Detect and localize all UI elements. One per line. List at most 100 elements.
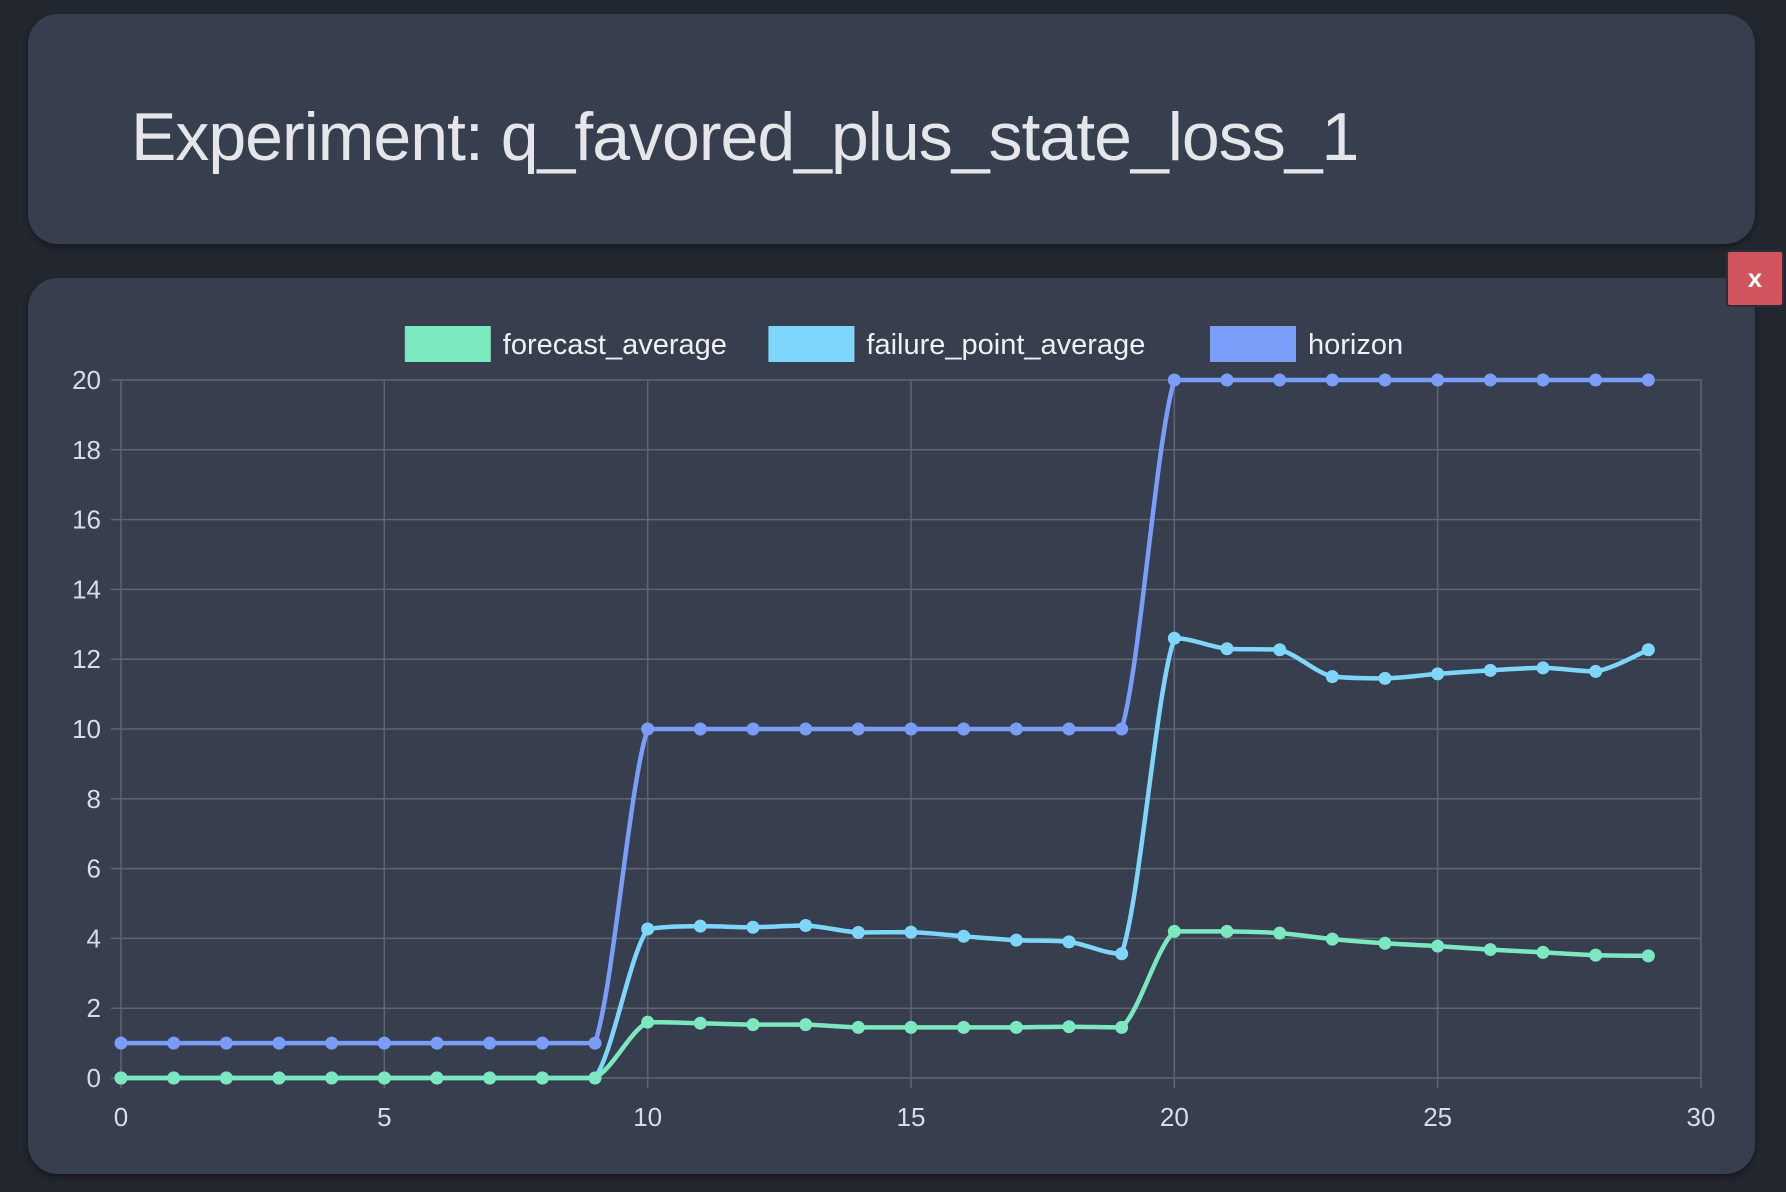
data-point-horizon — [693, 722, 707, 736]
data-point-horizon — [1115, 722, 1129, 736]
data-point-horizon — [377, 1036, 391, 1050]
legend-label-failure_point_average: failure_point_average — [866, 329, 1145, 361]
series-line-forecast_average — [121, 929, 1649, 1081]
data-point-horizon — [851, 722, 865, 736]
data-point-forecast_average — [377, 1071, 391, 1085]
data-point-horizon — [325, 1036, 339, 1050]
experiment-header-card: Experiment: q_favored_plus_state_loss_1 — [28, 14, 1755, 244]
data-point-failure_point_average — [693, 919, 707, 933]
data-point-forecast_average — [483, 1071, 497, 1085]
data-point-forecast_average — [1273, 926, 1287, 940]
data-point-forecast_average — [1062, 1020, 1076, 1034]
x-tick-label: 30 — [1687, 1102, 1716, 1132]
legend-swatch-failure_point_average — [768, 326, 855, 362]
data-point-horizon — [1378, 373, 1392, 387]
data-point-horizon — [167, 1036, 181, 1050]
data-point-horizon — [1536, 373, 1550, 387]
data-point-forecast_average — [1483, 943, 1497, 957]
data-point-forecast_average — [1378, 936, 1392, 950]
data-point-horizon — [641, 722, 655, 736]
legend: forecast_average failure_point_average hor… — [404, 326, 1403, 362]
legend-label-forecast_average: forecast_average — [503, 329, 727, 361]
data-point-forecast_average — [1009, 1020, 1023, 1034]
data-point-forecast_average — [746, 1018, 760, 1032]
y-tick-label: 0 — [87, 1063, 101, 1093]
data-point-forecast_average — [1641, 949, 1655, 963]
y-tick-label: 4 — [87, 923, 101, 953]
data-point-forecast_average — [904, 1020, 918, 1034]
data-point-forecast_average — [693, 1016, 707, 1030]
y-tick-label: 6 — [87, 854, 101, 884]
data-point-horizon — [1325, 373, 1339, 387]
data-point-horizon — [219, 1036, 233, 1050]
data-point-forecast_average — [1220, 924, 1234, 938]
data-point-forecast_average — [799, 1018, 813, 1032]
data-point-forecast_average — [1589, 948, 1603, 962]
data-point-failure_point_average — [1167, 631, 1181, 645]
data-point-horizon — [1273, 373, 1287, 387]
y-tick-label: 20 — [72, 365, 101, 395]
data-point-forecast_average — [219, 1071, 233, 1085]
data-point-failure_point_average — [957, 929, 971, 943]
data-point-failure_point_average — [1220, 642, 1234, 656]
data-point-failure_point_average — [1115, 947, 1129, 961]
data-point-forecast_average — [641, 1015, 655, 1029]
data-point-failure_point_average — [1431, 667, 1445, 681]
data-point-horizon — [799, 722, 813, 736]
data-point-horizon — [535, 1036, 549, 1050]
data-point-forecast_average — [1325, 932, 1339, 946]
data-point-horizon — [904, 722, 918, 736]
data-point-failure_point_average — [1325, 670, 1339, 684]
data-point-horizon — [1483, 373, 1497, 387]
data-point-forecast_average — [430, 1071, 444, 1085]
y-tick-label: 14 — [72, 574, 101, 604]
data-point-failure_point_average — [1483, 663, 1497, 677]
data-point-horizon — [1167, 373, 1181, 387]
x-tick-label: 20 — [1160, 1102, 1189, 1132]
x-tick-label: 15 — [897, 1102, 926, 1132]
legend-label-horizon: horizon — [1308, 329, 1403, 361]
data-point-horizon — [1009, 722, 1023, 736]
data-point-forecast_average — [1115, 1020, 1129, 1034]
data-point-horizon — [1589, 373, 1603, 387]
line-chart: 0 2 4 6 8 10 12 14 16 18 20 0 5 10 15 20 25 30 forecast_av… — [72, 326, 1716, 1132]
data-point-horizon — [483, 1036, 497, 1050]
data-point-failure_point_average — [799, 918, 813, 932]
x-tick-label: 10 — [633, 1102, 662, 1132]
data-point-forecast_average — [167, 1071, 181, 1085]
data-point-failure_point_average — [851, 925, 865, 939]
data-point-failure_point_average — [1536, 661, 1550, 675]
data-point-forecast_average — [1536, 945, 1550, 959]
legend-swatch-horizon — [1210, 326, 1296, 362]
data-point-forecast_average — [588, 1071, 602, 1085]
x-tick-label: 5 — [377, 1102, 391, 1132]
data-point-failure_point_average — [1009, 933, 1023, 947]
chart-card: 0 2 4 6 8 10 12 14 16 18 20 0 5 10 15 20 25 30 forecast_av… — [28, 278, 1755, 1174]
data-point-forecast_average — [1167, 924, 1181, 938]
data-point-failure_point_average — [641, 922, 655, 936]
data-point-horizon — [1062, 722, 1076, 736]
data-point-forecast_average — [535, 1071, 549, 1085]
data-point-failure_point_average — [746, 920, 760, 934]
legend-swatch-forecast_average — [404, 326, 491, 362]
close-button[interactable]: x — [1726, 250, 1784, 307]
data-point-failure_point_average — [904, 925, 918, 939]
data-point-failure_point_average — [1641, 643, 1655, 657]
x-tick-label: 25 — [1423, 1102, 1452, 1132]
data-point-horizon — [114, 1036, 128, 1050]
data-point-horizon — [957, 722, 971, 736]
data-point-horizon — [746, 722, 760, 736]
data-point-forecast_average — [325, 1071, 339, 1085]
data-point-failure_point_average — [1273, 643, 1287, 657]
data-point-horizon — [430, 1036, 444, 1050]
series-line-failure_point_average — [121, 636, 1650, 1081]
x-tick-label: 0 — [114, 1102, 128, 1132]
data-point-horizon — [1431, 373, 1445, 387]
data-point-horizon — [272, 1036, 286, 1050]
y-tick-label: 12 — [72, 644, 101, 674]
data-point-failure_point_average — [1062, 935, 1076, 949]
data-point-horizon — [1220, 373, 1234, 387]
data-point-forecast_average — [114, 1071, 128, 1085]
grid-lines — [111, 379, 1702, 1088]
data-point-failure_point_average — [1589, 664, 1603, 678]
